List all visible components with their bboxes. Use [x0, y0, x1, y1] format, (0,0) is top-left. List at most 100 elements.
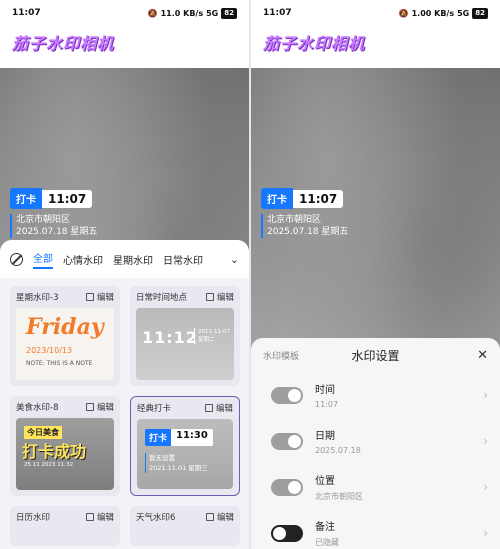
template-card-food-8[interactable]: 美食水印-8 编辑 今日美食 打卡成功 25.11 2023 11:32 — [10, 396, 120, 496]
card-title: 星期水印-3 — [16, 293, 59, 303]
chevron-right-icon[interactable]: › — [483, 388, 488, 402]
edit-icon — [204, 404, 213, 412]
template-preview: 11:12 2011-11-07 星期二 — [136, 308, 234, 380]
battery-icon: 82 — [221, 7, 237, 19]
left-screen: 11:07 🔕 11.0 KB/s 5G 82 茄子水印相机 打卡 11:07 … — [0, 0, 249, 549]
preview-date: 2011-11-07 — [198, 329, 230, 335]
template-sheet: 全部 心情水印 星期水印 日常水印 ⌄ 星期水印-3 编辑 Friday 202… — [0, 240, 249, 549]
watermark-overlay[interactable]: 打卡 11:07 北京市朝阳区 2025.07.18 星期五 — [10, 188, 97, 238]
edit-label: 编辑 — [215, 404, 233, 414]
signal-icon: 5G — [457, 8, 470, 18]
preview-weekday: 星期二 — [198, 337, 215, 343]
signal-icon: 5G — [206, 8, 219, 18]
template-card-calendar[interactable]: 日历水印 编辑 — [10, 506, 120, 546]
location-toggle[interactable] — [271, 478, 303, 496]
chevron-right-icon[interactable]: › — [483, 480, 488, 494]
card-title: 经典打卡 — [137, 404, 172, 414]
settings-header: 水印模板 水印设置 ✕ — [251, 338, 500, 372]
template-card-classic-checkin[interactable]: 经典打卡 编辑 打卡 11:30 暂无设置 2021.11.01 星期三 — [130, 396, 240, 496]
edit-icon — [85, 513, 94, 521]
watermark-date-line: 2025.07.18 星期五 — [16, 226, 97, 238]
tab-weekday[interactable]: 星期水印 — [113, 252, 153, 267]
tab-mood[interactable]: 心情水印 — [63, 252, 103, 267]
time-toggle[interactable] — [271, 386, 303, 404]
watermark-overlay[interactable]: 打卡 11:07 北京市朝阳区 2025.07.18 星期五 — [261, 188, 348, 238]
chevron-right-icon[interactable]: › — [483, 526, 488, 540]
watermark-date: 2025.07.18 — [16, 227, 68, 237]
template-card-weather-6[interactable]: 天气水印6 编辑 — [130, 506, 240, 546]
template-grid: 星期水印-3 编辑 Friday 2023/10/13 NOTE: THIS I… — [0, 278, 249, 549]
status-icons: 🔕 11.0 KB/s 5G 82 — [148, 7, 237, 19]
setting-name: 时间 — [315, 385, 335, 396]
setting-name: 日期 — [315, 431, 335, 442]
battery-icon: 82 — [472, 7, 488, 19]
template-tabs: 全部 心情水印 星期水印 日常水印 ⌄ — [0, 240, 249, 278]
date-toggle[interactable] — [271, 432, 303, 450]
setting-row-time[interactable]: 时间 11:07 › — [251, 372, 500, 418]
edit-icon — [85, 293, 94, 301]
edit-label: 编辑 — [96, 403, 114, 413]
mute-icon: 🔕 — [398, 8, 409, 18]
edit-label: 编辑 — [96, 513, 114, 523]
chevron-right-icon[interactable]: › — [483, 434, 488, 448]
setting-row-note[interactable]: 备注 已隐藏 › — [251, 510, 500, 549]
no-watermark-icon[interactable] — [10, 252, 23, 266]
watermark-weekday: 星期五 — [321, 227, 349, 237]
card-title: 日常时间地点 — [136, 293, 188, 303]
watermark-time: 11:07 — [42, 189, 93, 208]
app-title: 茄子水印相机 — [263, 34, 366, 53]
setting-value: 已隐藏 — [315, 538, 339, 547]
watermark-location-text: 北京市朝阳区 — [16, 215, 71, 225]
setting-value: 北京市朝阳区 — [315, 492, 363, 501]
template-preview: Friday 2023/10/13 NOTE: THIS IS A NOTE — [16, 308, 114, 380]
edit-icon — [205, 513, 214, 521]
setting-row-date[interactable]: 日期 2025.07.18 › — [251, 418, 500, 464]
preview-badge: 打卡 — [145, 429, 172, 446]
chevron-down-icon[interactable]: ⌄ — [230, 253, 239, 266]
setting-row-location[interactable]: 位置 北京市朝阳区 › — [251, 464, 500, 510]
preview-location: 暂无设置 2021.11.01 星期三 — [145, 453, 208, 473]
edit-label: 编辑 — [216, 513, 234, 523]
edit-button[interactable]: 编辑 — [204, 402, 233, 414]
card-title: 美食水印-8 — [16, 403, 59, 413]
template-preview: 今日美食 打卡成功 25.11 2023 11:32 — [16, 418, 114, 490]
edit-icon — [205, 293, 214, 301]
edit-button[interactable]: 编辑 — [85, 401, 114, 413]
screen-root: 11:07 🔕 11.0 KB/s 5G 82 茄子水印相机 打卡 11:07 … — [0, 0, 500, 549]
preview-date: 2021.11.01 星期三 — [149, 464, 208, 472]
tab-daily[interactable]: 日常水印 — [163, 252, 203, 267]
watermark-time: 11:07 — [293, 189, 344, 208]
setting-name: 备注 — [315, 522, 335, 533]
watermark-location: 北京市朝阳区 2025.07.18 星期五 — [10, 214, 97, 238]
tab-all[interactable]: 全部 — [33, 250, 53, 269]
template-card-daily-time-place[interactable]: 日常时间地点 编辑 11:12 2011-11-07 星期二 — [130, 286, 240, 386]
preview-note: NOTE: THIS IS A NOTE — [26, 360, 93, 367]
preview-loc-text: 暂无设置 — [149, 454, 175, 462]
setting-name: 位置 — [315, 476, 335, 487]
setting-value: 2025.07.18 — [315, 446, 361, 455]
settings-title: 水印设置 — [351, 348, 400, 363]
watermark-badge: 打卡 — [261, 188, 293, 209]
preview-caption: 25.11 2023 11:32 — [24, 462, 74, 468]
status-icons: 🔕 1.00 KB/s 5G 82 — [398, 7, 488, 19]
setting-value: 11:07 — [315, 400, 339, 409]
edit-button[interactable]: 编辑 — [85, 511, 114, 523]
watermark-date: 2025.07.18 — [267, 227, 319, 237]
preview-weekday: Friday — [26, 314, 104, 340]
watermark-location-text: 北京市朝阳区 — [267, 215, 322, 225]
edit-button[interactable]: 编辑 — [85, 291, 114, 303]
watermark-weekday: 星期五 — [70, 227, 98, 237]
edit-button[interactable]: 编辑 — [205, 291, 234, 303]
edit-label: 编辑 — [96, 293, 114, 303]
status-bar: 11:07 🔕 11.0 KB/s 5G 82 — [0, 0, 249, 26]
network-speed: 1.00 KB/s — [411, 8, 455, 18]
close-icon[interactable]: ✕ — [477, 348, 488, 363]
edit-icon — [85, 403, 94, 411]
note-toggle[interactable] — [271, 524, 303, 542]
watermark-date-line: 2025.07.18 星期五 — [267, 226, 348, 238]
watermark-settings-sheet: 水印模板 水印设置 ✕ 时间 11:07 › 日期 2025.07.18 › 位… — [251, 338, 500, 549]
preview-date: 2023/10/13 — [26, 346, 73, 355]
edit-button[interactable]: 编辑 — [205, 511, 234, 523]
template-card-weekday-3[interactable]: 星期水印-3 编辑 Friday 2023/10/13 NOTE: THIS I… — [10, 286, 120, 386]
watermark-location: 北京市朝阳区 2025.07.18 星期五 — [261, 214, 348, 238]
